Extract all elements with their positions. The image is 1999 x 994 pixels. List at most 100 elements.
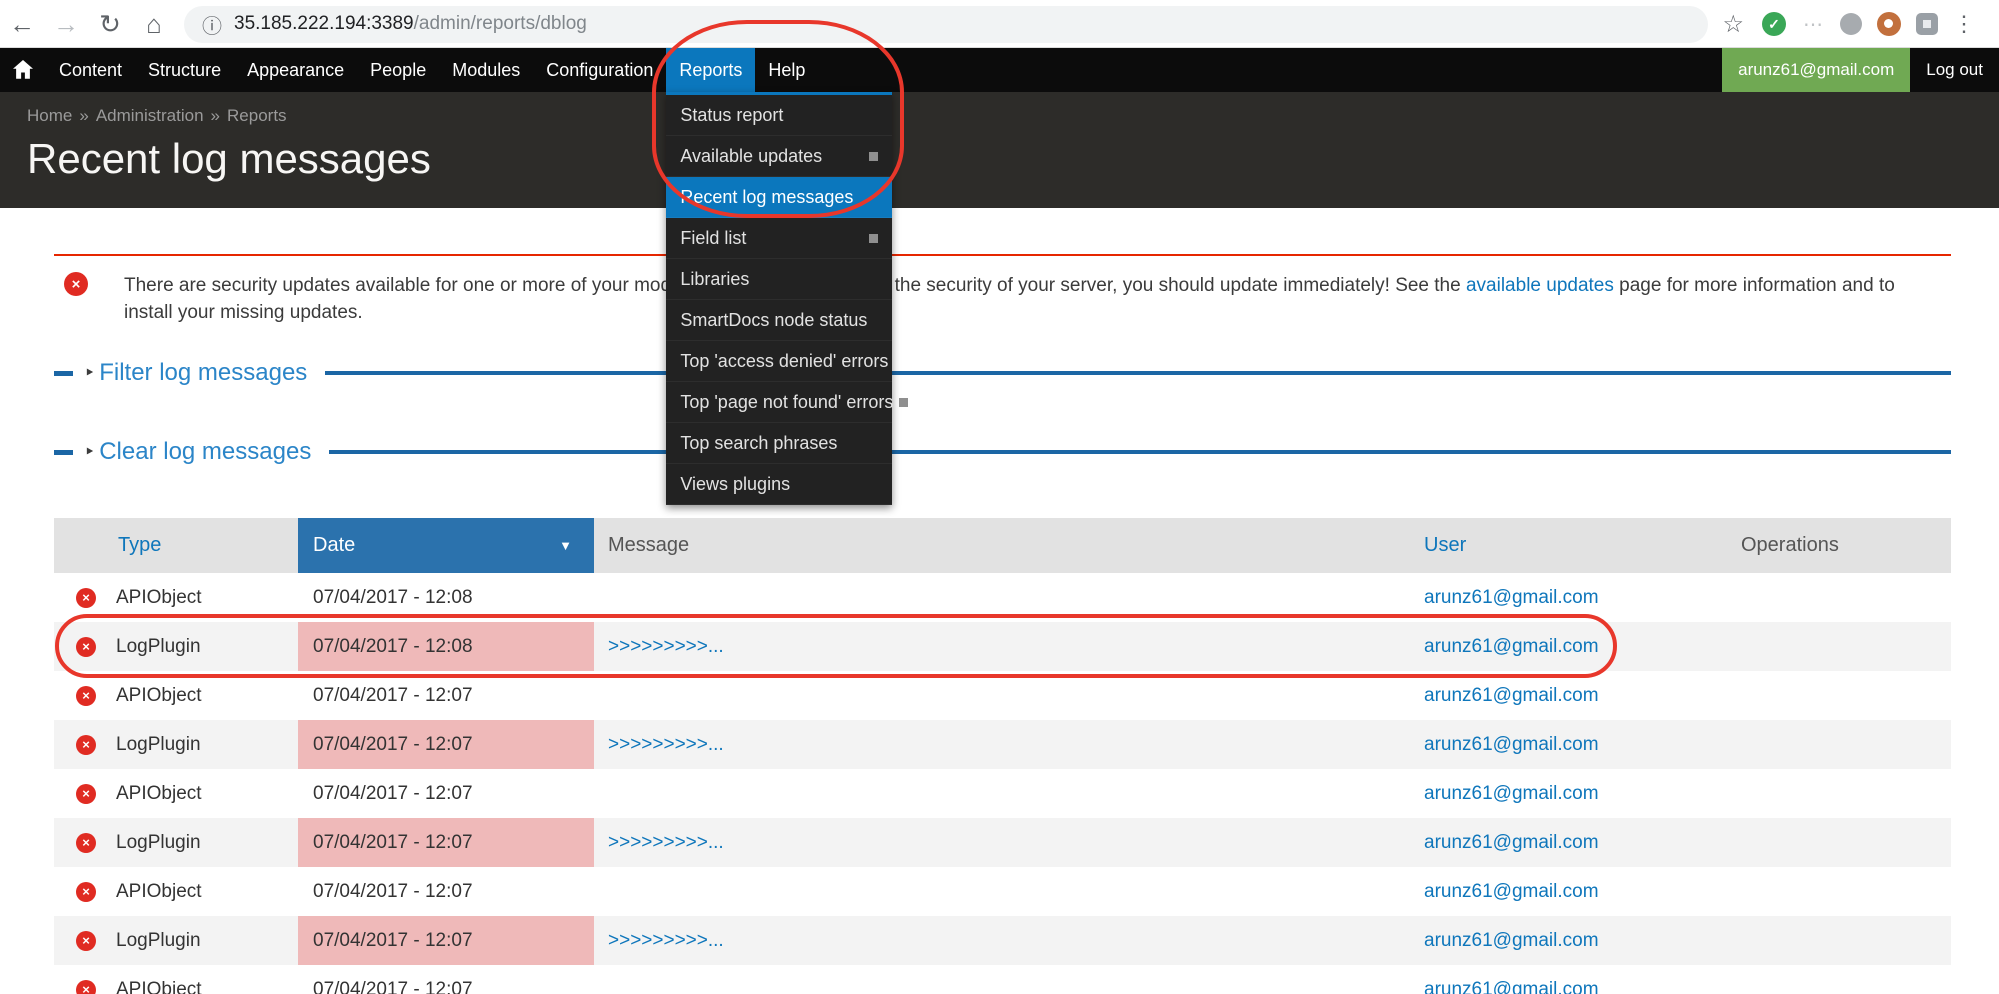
error-icon: × xyxy=(76,686,96,706)
menu-item-recent-log-messages[interactable]: Recent log messages xyxy=(666,177,892,218)
operations-header: Operations xyxy=(1741,534,1839,557)
refresh-icon[interactable]: ↻ xyxy=(88,9,132,40)
menu-item-top-access-denied[interactable]: Top 'access denied' errors xyxy=(666,341,892,382)
menu-item-smartdocs-node-status[interactable]: SmartDocs node status xyxy=(666,300,892,341)
menu-item-libraries[interactable]: Libraries xyxy=(666,259,892,300)
table-row: ×LogPlugin 07/04/2017 - 12:07 >>>>>>>>>.… xyxy=(54,818,1951,867)
toolbar-right: arunz61@gmail.com Log out xyxy=(1722,48,1999,92)
breadcrumb-home[interactable]: Home xyxy=(27,106,72,125)
url-path: /admin/reports/dblog xyxy=(414,13,587,35)
filter-log-messages-fieldset: ‣ Filter log messages xyxy=(54,356,1951,390)
log-date: 07/04/2017 - 12:07 xyxy=(313,734,473,756)
menu-item-status-report[interactable]: Status report xyxy=(666,95,892,136)
log-date: 07/04/2017 - 12:08 xyxy=(313,636,473,658)
table-row: × APIObject 07/04/2017 - 12:07 arunz61@gm… xyxy=(54,965,1951,994)
user-link[interactable]: arunz61@gmail.com xyxy=(1424,832,1599,854)
log-date: 07/04/2017 - 12:08 xyxy=(313,587,473,609)
toolbar-item-reports[interactable]: Reports Status report Available updates … xyxy=(666,48,755,92)
breadcrumb-administration[interactable]: Administration xyxy=(96,106,204,125)
browser-menu-icon[interactable]: ⋮ xyxy=(1953,11,1975,37)
log-type: LogPlugin xyxy=(116,734,201,756)
browser-home-icon[interactable]: ⌂ xyxy=(132,9,176,40)
sort-by-user-header[interactable]: User xyxy=(1424,534,1466,557)
error-icon: × xyxy=(76,882,96,902)
forward-icon[interactable]: → xyxy=(44,9,88,40)
toolbar-item-configuration[interactable]: Configuration xyxy=(533,48,666,92)
log-message-link[interactable]: >>>>>>>>>... xyxy=(608,636,724,658)
sort-desc-icon: ▼ xyxy=(559,538,572,553)
menu-item-available-updates[interactable]: Available updates xyxy=(666,136,892,177)
user-link[interactable]: arunz61@gmail.com xyxy=(1424,587,1599,609)
main-content: × There are security updates available f… xyxy=(0,208,1999,994)
error-icon: × xyxy=(64,272,88,296)
error-icon: × xyxy=(76,637,96,657)
table-row: ×APIObject 07/04/2017 - 12:07 arunz61@gm… xyxy=(54,671,1951,720)
back-icon[interactable]: ← xyxy=(0,9,44,40)
log-date: 07/04/2017 - 12:07 xyxy=(313,979,473,994)
dash-icon xyxy=(54,450,73,455)
available-updates-link[interactable]: available updates xyxy=(1466,275,1614,296)
log-type: APIObject xyxy=(116,783,202,805)
bookmark-star-icon[interactable]: ☆ xyxy=(1722,10,1744,39)
table-row: ×APIObject 07/04/2017 - 12:07 arunz61@gm… xyxy=(54,867,1951,916)
log-type: LogPlugin xyxy=(116,930,201,952)
user-link[interactable]: arunz61@gmail.com xyxy=(1424,734,1599,756)
error-icon: × xyxy=(76,735,96,755)
log-type: APIObject xyxy=(116,587,202,609)
fieldset-rule xyxy=(329,450,1951,454)
error-icon: × xyxy=(76,931,96,951)
logout-button[interactable]: Log out xyxy=(1910,48,1999,92)
menu-item-top-search-phrases[interactable]: Top search phrases xyxy=(666,423,892,464)
toolbar-item-modules[interactable]: Modules xyxy=(439,48,533,92)
log-date: 07/04/2017 - 12:07 xyxy=(313,685,473,707)
log-message-link[interactable]: >>>>>>>>>... xyxy=(608,734,724,756)
filter-log-messages-toggle[interactable]: Filter log messages xyxy=(99,359,307,387)
log-messages-table: Type Date ▼ Message User Operations × API… xyxy=(54,518,1951,994)
log-date: 07/04/2017 - 12:07 xyxy=(313,832,473,854)
account-button[interactable]: arunz61@gmail.com xyxy=(1722,48,1910,92)
page-header: Home»Administration»Reports Recent log m… xyxy=(0,92,1999,208)
toolbar-item-people[interactable]: People xyxy=(357,48,439,92)
page-title: Recent log messages xyxy=(27,135,1999,183)
menu-item-top-page-not-found[interactable]: Top 'page not found' errors xyxy=(666,382,892,423)
toolbar-item-structure[interactable]: Structure xyxy=(135,48,234,92)
table-row: ×LogPlugin 07/04/2017 - 12:08 >>>>>>>>>.… xyxy=(54,622,1951,671)
toolbar-item-appearance[interactable]: Appearance xyxy=(234,48,357,92)
user-link[interactable]: arunz61@gmail.com xyxy=(1424,783,1599,805)
orange-extension-icon[interactable] xyxy=(1877,12,1901,36)
user-link[interactable]: arunz61@gmail.com xyxy=(1424,881,1599,903)
log-message-link[interactable]: >>>>>>>>>... xyxy=(608,930,724,952)
url-host: 35.185.222.194:3389 xyxy=(234,13,414,35)
security-alert: × There are security updates available f… xyxy=(54,254,1951,326)
info-icon[interactable]: ⓘ xyxy=(202,10,222,39)
green-check-extension-icon[interactable]: ✓ xyxy=(1762,12,1786,36)
user-link[interactable]: arunz61@gmail.com xyxy=(1424,636,1599,658)
sort-by-date-header[interactable]: Date ▼ xyxy=(298,518,594,573)
message-header: Message xyxy=(608,534,689,557)
sort-by-type-header[interactable]: Type xyxy=(118,534,161,557)
user-link[interactable]: arunz61@gmail.com xyxy=(1424,930,1599,952)
square-extension-icon[interactable] xyxy=(1916,13,1938,35)
home-icon[interactable] xyxy=(0,48,46,92)
dots-extension-icon[interactable]: ⋯ xyxy=(1801,12,1825,36)
fieldset-rule xyxy=(325,371,1951,375)
admin-toolbar: Content Structure Appearance People Modu… xyxy=(0,48,1999,92)
submenu-indicator-icon xyxy=(869,152,878,161)
log-date: 07/04/2017 - 12:07 xyxy=(313,881,473,903)
error-icon: × xyxy=(76,980,96,994)
menu-item-field-list[interactable]: Field list xyxy=(666,218,892,259)
table-row: × LogPlugin 07/04/2017 - 12:07 >>>>>>>>>.… xyxy=(54,720,1951,769)
log-date: 07/04/2017 - 12:07 xyxy=(313,783,473,805)
user-link[interactable]: arunz61@gmail.com xyxy=(1424,979,1599,994)
toolbar-item-help[interactable]: Help xyxy=(755,48,818,92)
clear-log-messages-toggle[interactable]: Clear log messages xyxy=(99,438,311,466)
log-type: APIObject xyxy=(116,979,202,994)
menu-item-views-plugins[interactable]: Views plugins xyxy=(666,464,892,505)
breadcrumb-reports[interactable]: Reports xyxy=(227,106,287,125)
url-input[interactable]: ⓘ 35.185.222.194:3389/admin/reports/dblo… xyxy=(184,6,1708,43)
toolbar-item-content[interactable]: Content xyxy=(46,48,135,92)
gray-extension-icon[interactable] xyxy=(1840,13,1862,35)
submenu-indicator-icon xyxy=(899,398,908,407)
log-message-link[interactable]: >>>>>>>>>... xyxy=(608,832,724,854)
user-link[interactable]: arunz61@gmail.com xyxy=(1424,685,1599,707)
